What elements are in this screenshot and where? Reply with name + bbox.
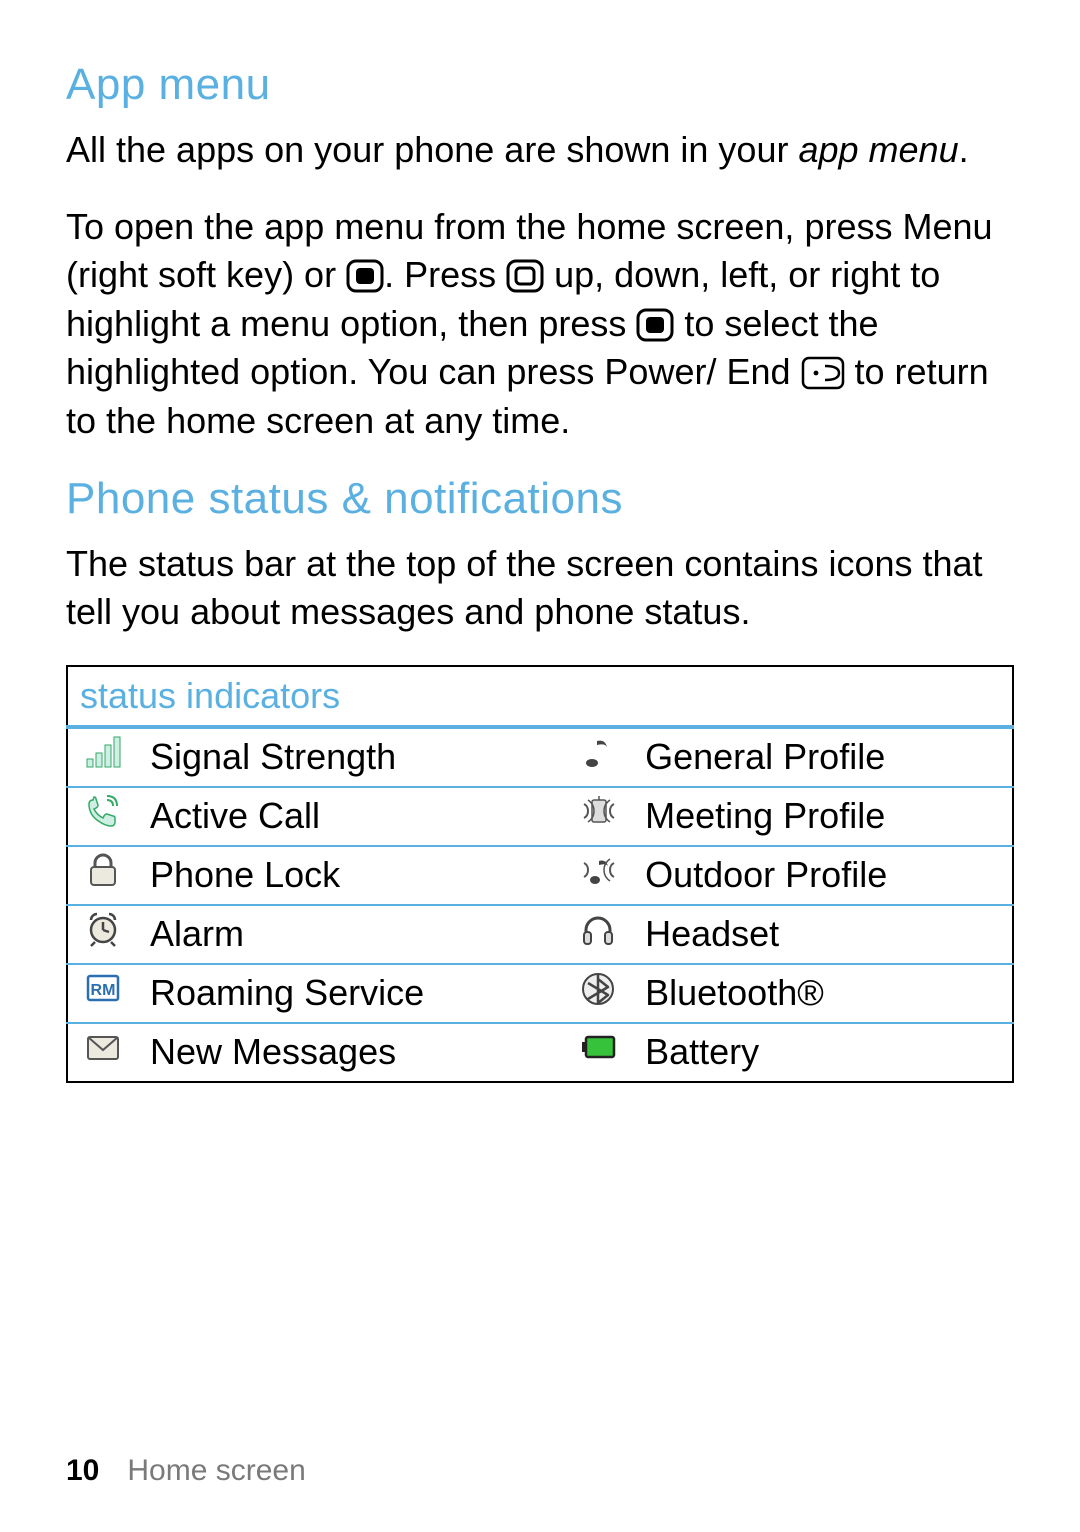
text-fragment: .: [959, 129, 969, 170]
status-label-left: Phone Lock: [140, 846, 563, 905]
envelope-icon: [67, 1023, 140, 1082]
status-label-left: Active Call: [140, 787, 563, 846]
bluetooth-icon: [563, 964, 635, 1023]
status-label-right: Bluetooth®: [635, 964, 1013, 1023]
center-key-icon: [346, 259, 384, 293]
phone-status-intro: The status bar at the top of the screen …: [66, 540, 1014, 637]
status-table-body: Signal StrengthGeneral ProfileActive Cal…: [67, 727, 1013, 1082]
status-row: Roaming Service Bluetooth®: [67, 964, 1013, 1023]
roaming-icon: [67, 964, 140, 1023]
heading-phone-status: Phone status & notifications: [66, 474, 1014, 524]
music-note-icon: [563, 727, 635, 787]
app-menu-intro: All the apps on your phone are shown in …: [66, 126, 1014, 175]
text-fragment: All the apps on your phone are shown in …: [66, 129, 798, 170]
active-call-icon: [67, 787, 140, 846]
page-footer: 10 Home screen: [66, 1454, 306, 1488]
text-italic: app menu: [798, 129, 958, 170]
heading-app-menu: App menu: [66, 60, 1014, 110]
text-fragment: . Press: [384, 254, 506, 295]
status-label-left: Signal Strength: [140, 727, 563, 787]
status-table-header: status indicators: [67, 666, 1013, 727]
status-label-right: Battery: [635, 1023, 1013, 1082]
status-label-right: General Profile: [635, 727, 1013, 787]
status-label-right: Meeting Profile: [635, 787, 1013, 846]
status-row: Active Call Meeting Profile: [67, 787, 1013, 846]
lock-icon: [67, 846, 140, 905]
status-label-left: Roaming Service: [140, 964, 563, 1023]
power-end-key-icon: [801, 356, 845, 390]
alarm-icon: [67, 905, 140, 964]
status-row: Phone Lock Outdoor Profile: [67, 846, 1013, 905]
status-row: Alarm Headset: [67, 905, 1013, 964]
footer-section-name: Home screen: [127, 1454, 305, 1487]
app-menu-instructions: To open the app menu from the home scree…: [66, 203, 1014, 446]
status-label-right: Outdoor Profile: [635, 846, 1013, 905]
center-key-icon: [636, 308, 674, 342]
nav-key-icon: [506, 259, 544, 293]
meeting-profile-icon: [563, 787, 635, 846]
status-label-right: Headset: [635, 905, 1013, 964]
page-number: 10: [66, 1454, 99, 1487]
battery-icon: [563, 1023, 635, 1082]
status-row: New Messages Battery: [67, 1023, 1013, 1082]
headset-icon: [563, 905, 635, 964]
signal-icon: [67, 727, 140, 787]
manual-page: App menu All the apps on your phone are …: [0, 0, 1080, 1532]
outdoor-profile-icon: [563, 846, 635, 905]
status-row: Signal Strength General Profile: [67, 727, 1013, 787]
status-indicators-table: status indicators Signal Strength General…: [66, 665, 1014, 1083]
status-label-left: Alarm: [140, 905, 563, 964]
status-label-left: New Messages: [140, 1023, 563, 1082]
